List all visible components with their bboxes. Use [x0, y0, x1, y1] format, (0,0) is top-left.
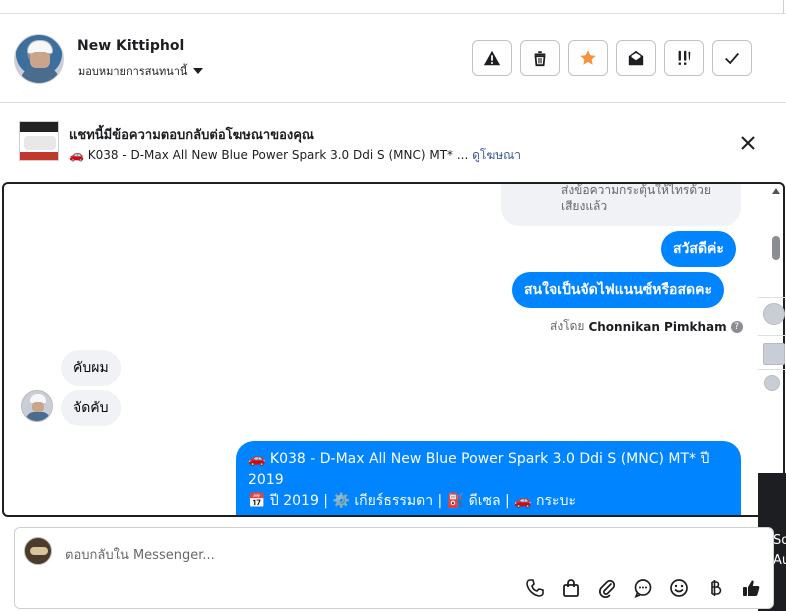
check-icon — [725, 52, 739, 65]
message-bubble-question[interactable]: สนใจเป็นจัดไฟแนนซ์หรือสดคะ — [512, 272, 724, 308]
message-bubble-reply-1[interactable]: คับผม — [61, 350, 121, 386]
ad-card-details: 📅 ปี 2019 | ⚙️ เกียร์ธรรมดา | ⛽ ดีเซล | … — [248, 493, 576, 509]
mark-done-button[interactable] — [712, 40, 752, 76]
emoji-button[interactable] — [668, 577, 690, 599]
mark-spam-button[interactable] — [472, 40, 512, 76]
payment-button[interactable] — [704, 577, 726, 599]
mark-unread-button[interactable] — [616, 40, 656, 76]
conversation-actions — [472, 40, 752, 76]
envelope-open-icon — [628, 50, 644, 66]
message-thread[interactable]: ส่งข้อความกระตุ้นให้ไทรด้วยเสียงแล้ว สวั… — [2, 182, 785, 517]
side-avatar-1[interactable] — [763, 303, 785, 325]
ad-banner-title: แชทนี้มีข้อความตอบกลับต่อโฆษณาของคุณ — [69, 128, 314, 143]
sent-by-prefix: ส่งโดย — [550, 319, 585, 333]
sent-by-info: ส่งโดย Chonnikan Pimkham ? — [550, 317, 743, 336]
like-button[interactable] — [740, 577, 762, 599]
help-icon[interactable]: ? — [730, 320, 743, 333]
assign-conversation-dropdown[interactable]: มอบหมายการสนทนานี้ — [78, 62, 204, 80]
conversation-header: New Kittiphol มอบหมายการสนทนานี้ — [0, 14, 786, 103]
attach-button[interactable] — [596, 577, 618, 599]
chat-bubble-icon — [634, 579, 652, 598]
phone-button[interactable] — [524, 577, 546, 599]
caret-down-icon — [193, 68, 204, 74]
close-banner-button[interactable] — [738, 133, 758, 153]
close-icon — [741, 136, 755, 150]
ad-reply-banner: แชทนี้มีข้อความตอบกลับต่อโฆษณาของคุณ 🚗 K… — [0, 103, 786, 180]
warning-icon — [483, 50, 501, 66]
message-bubble-system: ส่งข้อความกระตุ้นให้ไทรด้วยเสียงแล้ว — [501, 184, 741, 226]
shopping-bag-icon — [563, 579, 579, 597]
phone-icon — [526, 579, 544, 597]
follow-up-icon — [678, 50, 691, 65]
reply-composer: ตอบกลับใน Messenger... — [14, 527, 774, 609]
side-text-1: So — [773, 533, 786, 548]
baht-icon — [711, 580, 722, 596]
reply-input[interactable]: ตอบกลับใน Messenger... — [65, 544, 215, 565]
contact-name[interactable]: New Kittiphol — [77, 38, 184, 54]
star-button[interactable] — [568, 40, 608, 76]
composer-toolbar — [524, 577, 762, 599]
sent-by-name: Chonnikan Pimkham — [588, 319, 727, 334]
page-avatar — [24, 537, 52, 565]
ad-thumbnail[interactable] — [19, 121, 59, 161]
paperclip-icon — [599, 579, 616, 598]
top-divider — [0, 0, 786, 14]
emoji-icon — [670, 579, 688, 597]
inbox-conversation-panel: New Kittiphol มอบหมายการสนทนานี้ แชทนี้ม… — [0, 0, 786, 611]
ad-card-title: 🚗 K038 - D-Max All New Blue Power Spark … — [248, 451, 710, 488]
side-text-2: Au — [773, 553, 786, 568]
follow-up-button[interactable] — [664, 40, 704, 76]
saved-replies-button[interactable] — [632, 577, 654, 599]
shop-button[interactable] — [560, 577, 582, 599]
side-thumb-2[interactable] — [763, 343, 785, 365]
star-icon — [580, 50, 596, 65]
ad-name: 🚗 K038 - D-Max All New Blue Power Spark … — [69, 148, 469, 162]
thumbs-up-icon — [743, 580, 760, 596]
contact-avatar[interactable] — [14, 34, 64, 84]
side-avatar-3[interactable] — [764, 375, 780, 391]
message-bubble-reply-2[interactable]: จัดคับ — [61, 390, 121, 426]
ad-message-card[interactable]: 🚗 K038 - D-Max All New Blue Power Spark … — [236, 441, 741, 515]
delete-button[interactable] — [520, 40, 560, 76]
scroll-up-arrow-icon[interactable] — [772, 188, 780, 194]
assign-label: มอบหมายการสนทนานี้ — [78, 65, 188, 78]
contact-avatar-small — [21, 390, 53, 422]
scroll-thumb[interactable] — [772, 236, 780, 260]
ad-banner-subtitle: 🚗 K038 - D-Max All New Blue Power Spark … — [69, 146, 521, 165]
message-bubble-greeting[interactable]: สวัสดีค่ะ — [661, 231, 736, 267]
trash-icon — [534, 51, 546, 67]
view-ad-link[interactable]: ดูโฆษณา — [472, 148, 521, 162]
